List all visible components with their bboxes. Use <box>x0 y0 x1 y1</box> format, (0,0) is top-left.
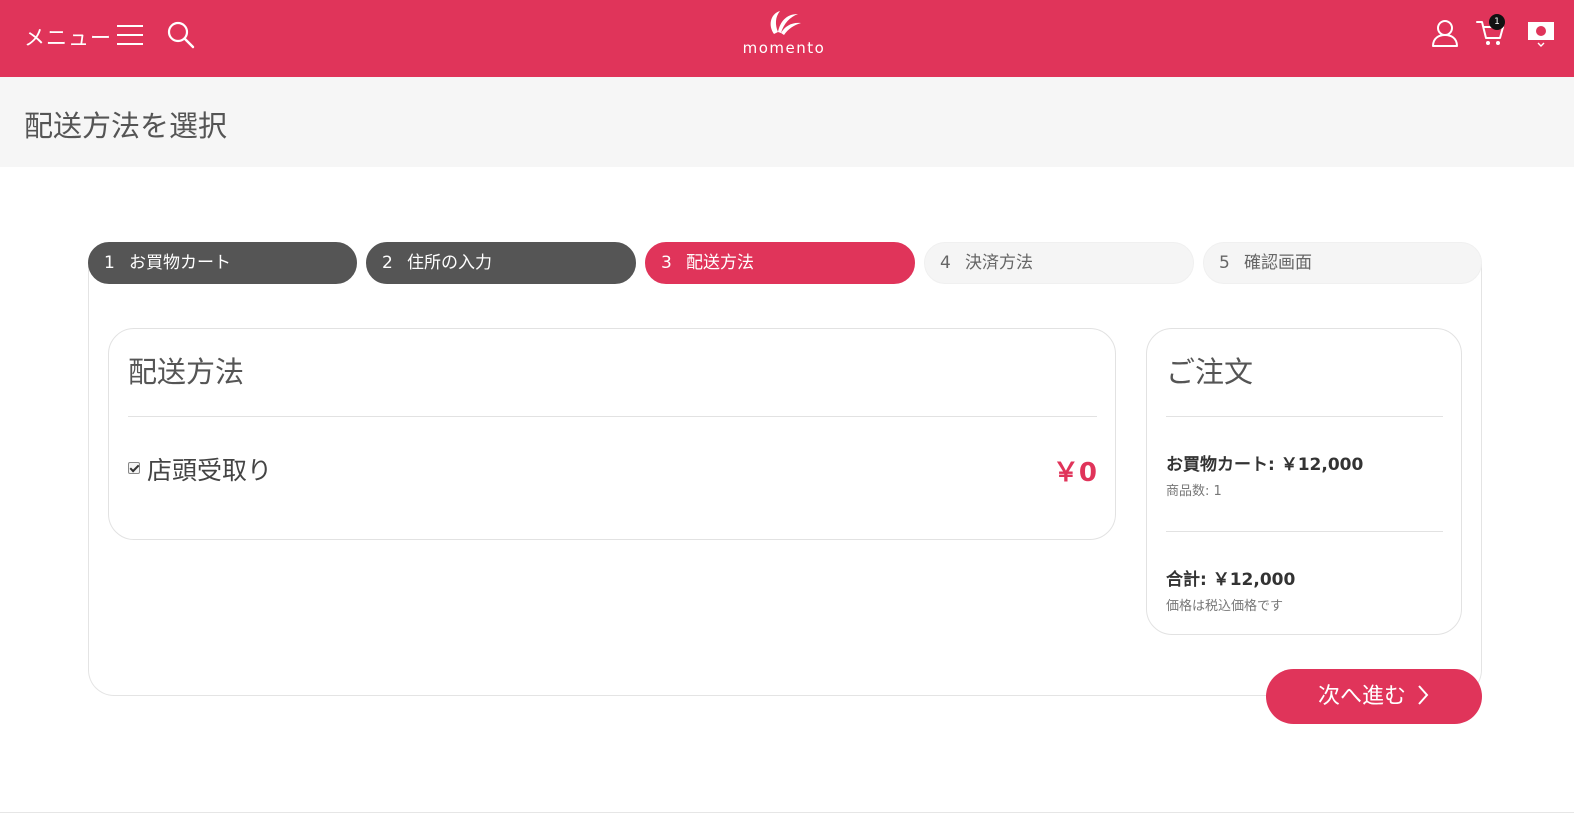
step-number: 4 <box>940 253 951 273</box>
divider <box>1166 416 1443 417</box>
menu-label[interactable]: メニュー <box>24 22 112 52</box>
page-title: 配送方法を選択 <box>24 109 228 143</box>
store-pickup-checkbox[interactable] <box>128 462 140 474</box>
step-address[interactable]: 2 住所の入力 <box>366 242 636 284</box>
step-number: 1 <box>104 253 115 273</box>
user-icon[interactable] <box>1430 18 1460 48</box>
shipping-option-store-pickup[interactable]: 店頭受取り ￥0 <box>128 449 1097 489</box>
next-button-label: 次へ進む <box>1317 684 1406 709</box>
step-shipping[interactable]: 3 配送方法 <box>645 242 915 284</box>
step-confirm: 5 確認画面 <box>1203 242 1482 284</box>
top-header: メニュー momento 1 <box>0 0 1574 77</box>
next-button[interactable]: 次へ進む <box>1266 669 1482 724</box>
divider <box>128 416 1097 417</box>
shipping-method-title: 配送方法 <box>128 355 245 389</box>
step-number: 5 <box>1219 253 1230 273</box>
search-icon[interactable] <box>166 20 196 50</box>
hamburger-icon[interactable] <box>117 24 143 46</box>
order-total: 合計: ￥12,000 <box>1166 570 1296 590</box>
item-count: 商品数: 1 <box>1166 484 1222 499</box>
step-label: お買物カート <box>129 253 231 273</box>
logo-text: momento <box>742 39 826 57</box>
shipping-option-label[interactable]: 店頭受取り <box>147 451 272 487</box>
step-label: 住所の入力 <box>407 253 492 273</box>
chevron-down-icon[interactable] <box>1536 41 1546 49</box>
footer-divider <box>0 812 1574 813</box>
title-bar: 配送方法を選択 <box>0 77 1574 167</box>
cart-subtotal: お買物カート: ￥12,000 <box>1166 455 1364 475</box>
step-label: 配送方法 <box>686 253 754 273</box>
japan-flag-icon[interactable] <box>1528 22 1554 40</box>
step-number: 2 <box>382 253 393 273</box>
step-payment: 4 決済方法 <box>924 242 1194 284</box>
step-label: 決済方法 <box>965 253 1033 273</box>
order-summary-title: ご注文 <box>1166 355 1254 389</box>
chevron-right-icon <box>1418 685 1429 705</box>
divider <box>1166 531 1443 532</box>
shipping-method-card: 配送方法 店頭受取り ￥0 <box>108 328 1116 540</box>
cart-count-badge: 1 <box>1489 14 1505 30</box>
order-summary-card: ご注文 お買物カート: ￥12,000 商品数: 1 合計: ￥12,000 価… <box>1146 328 1462 635</box>
step-cart[interactable]: 1 お買物カート <box>88 242 357 284</box>
logo-mark-icon <box>770 11 801 35</box>
step-number: 3 <box>661 253 672 273</box>
tax-note: 価格は税込価格です <box>1166 599 1284 614</box>
shipping-option-price: ￥0 <box>1052 458 1097 488</box>
brand-logo[interactable]: momento <box>736 8 832 64</box>
step-label: 確認画面 <box>1244 253 1312 273</box>
